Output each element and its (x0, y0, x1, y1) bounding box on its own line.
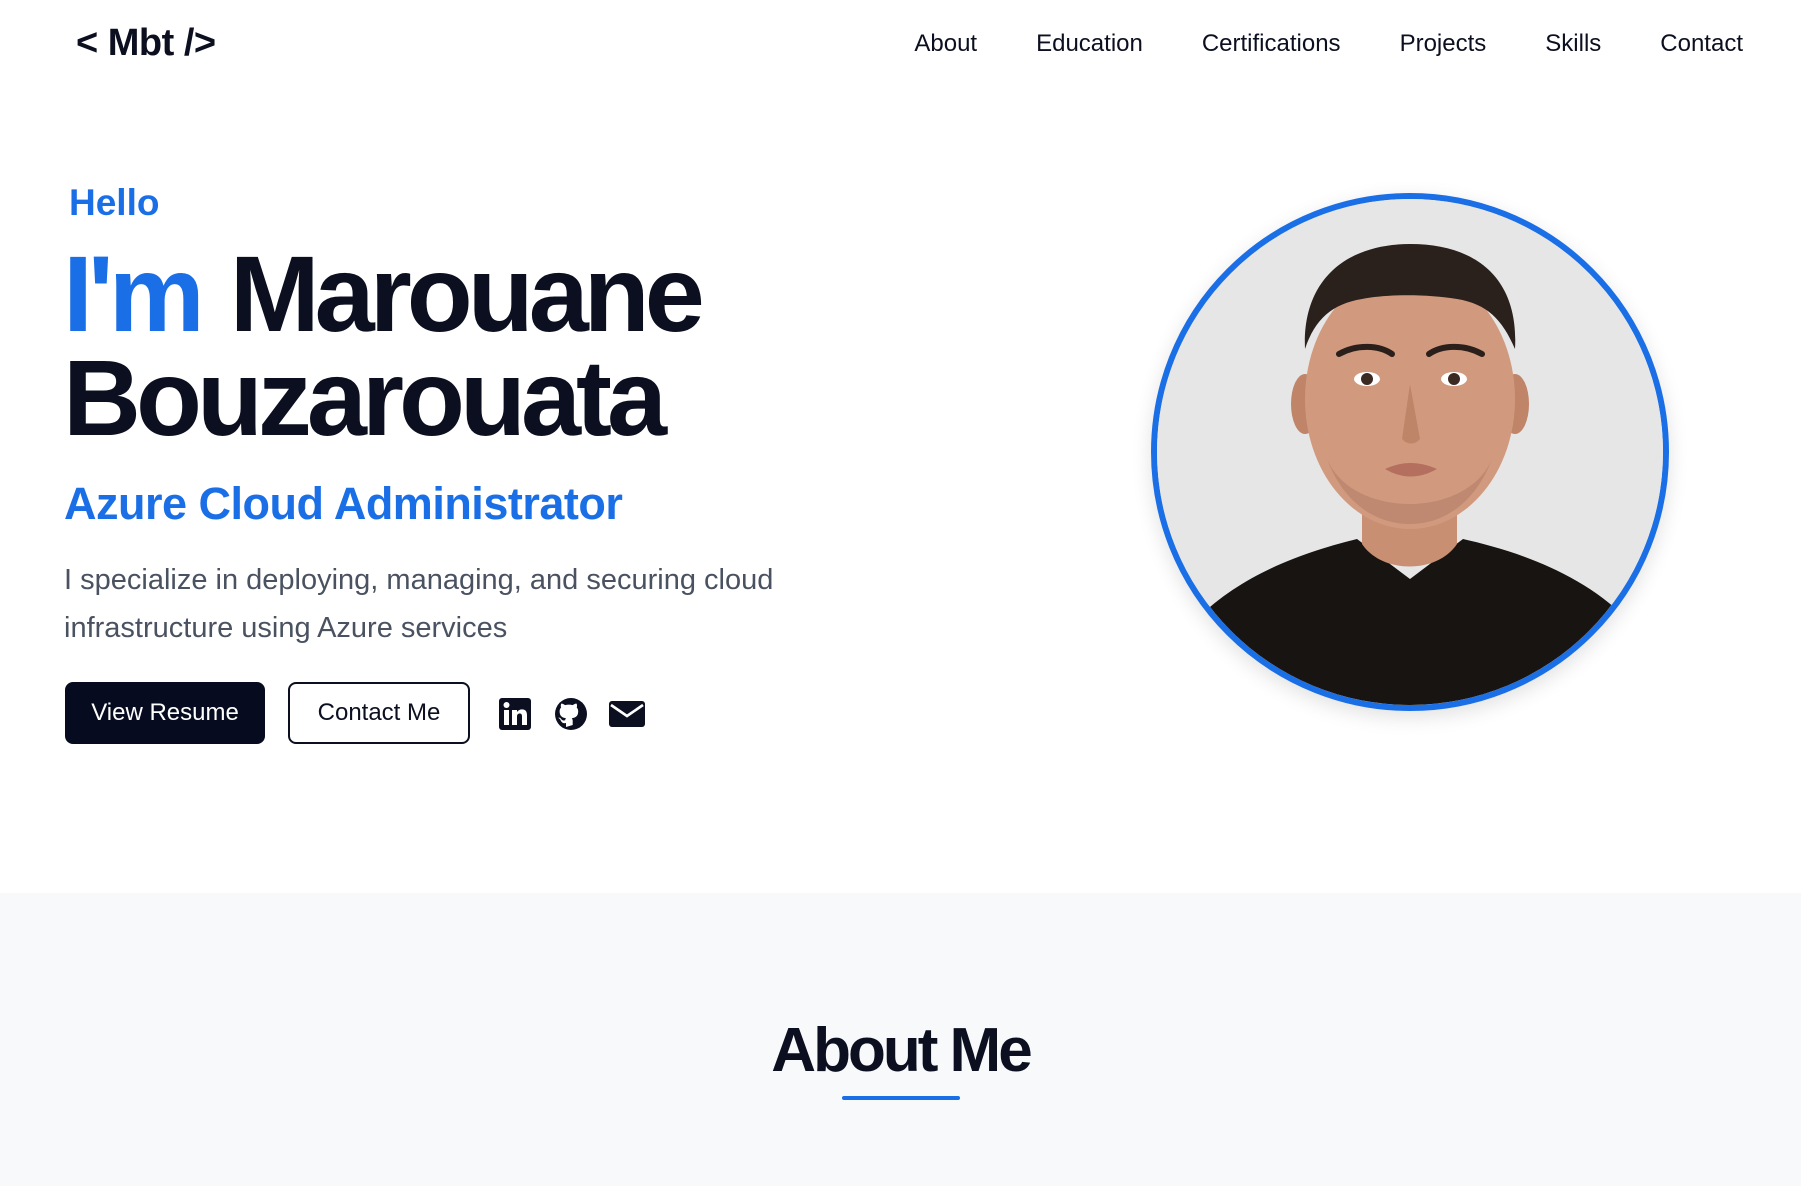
hero-name: I'm Marouane Bouzarouata (63, 240, 963, 452)
hero-description: I specialize in deploying, managing, and… (64, 564, 774, 644)
nav-item-contact[interactable]: Contact (1660, 30, 1743, 58)
hero-role: Azure Cloud Administrator (64, 478, 623, 529)
hero-name-prefix: I'm (63, 233, 205, 354)
nav-item-projects[interactable]: Projects (1400, 30, 1487, 58)
site-header: < Mbt /> About Education Certifications … (0, 0, 1801, 94)
about-title: About Me (771, 1016, 1032, 1085)
hero-greeting: Hello (69, 182, 160, 223)
hero-first-name: Marouane (229, 233, 705, 354)
nav-item-education[interactable]: Education (1036, 30, 1143, 58)
hero-last-name: Bouzarouata (63, 337, 667, 458)
about-title-underline (842, 1096, 960, 1100)
view-resume-button[interactable]: View Resume (65, 682, 265, 744)
nav-item-about[interactable]: About (914, 30, 977, 58)
linkedin-icon[interactable] (495, 696, 535, 732)
mail-icon[interactable] (607, 696, 647, 732)
nav-item-certifications[interactable]: Certifications (1202, 30, 1341, 58)
site-logo[interactable]: < Mbt /> (76, 22, 216, 65)
profile-photo (1151, 193, 1669, 711)
main-nav: About Education Certifications Projects … (855, 30, 1743, 58)
about-section: About Me (0, 893, 1801, 1186)
nav-item-skills[interactable]: Skills (1545, 30, 1601, 58)
github-icon[interactable] (551, 696, 591, 732)
contact-me-button[interactable]: Contact Me (288, 682, 470, 744)
